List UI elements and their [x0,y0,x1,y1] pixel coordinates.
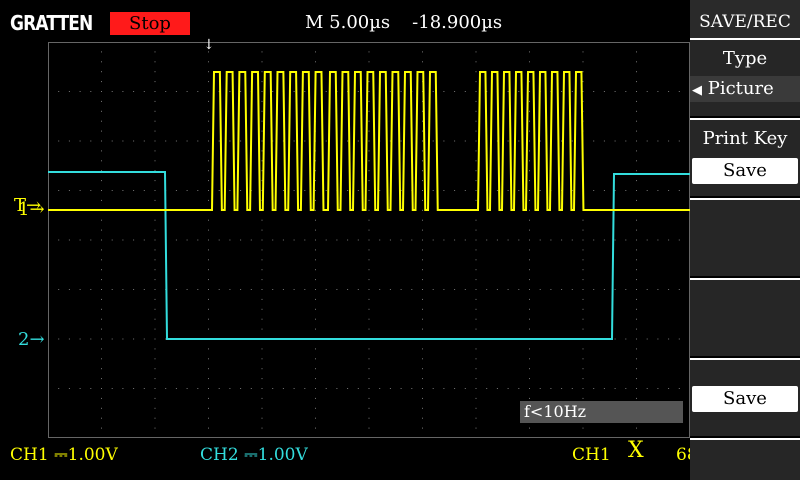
waveform-display[interactable] [48,42,690,438]
menu-save-button[interactable]: Save [690,358,800,436]
timebase-readout: M 5.00µs -18.900µs [305,12,524,33]
type-selector[interactable]: ◀ Picture [690,76,800,102]
timebase-value: M 5.00µs [305,12,391,33]
frequency-readout: f<10Hz [520,401,683,423]
menu-empty-slot-6 [690,438,800,480]
trigger-position-value: -18.900µs [412,12,503,33]
menu-empty-slot-3 [690,198,800,276]
save-action-label: Save [692,386,798,412]
menu-print-key-button[interactable]: Print Key Save [690,118,800,196]
left-arrow-icon: ◀ [692,83,702,98]
cursor-channel: CH1 [572,445,611,465]
dc-coupling-icon: ⎓ [54,445,68,465]
print-key-label: Print Key [702,128,788,149]
trigger-position-arrow-icon: ↓ [203,37,215,53]
print-key-value: Save [692,158,798,184]
ch1-ground-marker[interactable]: 1→ [18,200,45,220]
brand-logo: GRATTEN [10,11,93,35]
menu-title: SAVE/REC [690,0,800,38]
cursor-type-icon: X [628,438,644,463]
type-label: Type [722,48,768,69]
ch2-ground-marker[interactable]: 2→ [18,330,45,350]
waveform-svg [48,42,690,438]
menu-empty-slot-4 [690,278,800,356]
menu-type-button[interactable]: Type ◀ Picture [690,38,800,116]
run-stop-indicator[interactable]: Stop [110,12,190,35]
ch1-scale-status[interactable]: CH1 ⎓1.00V [10,445,118,465]
ch2-scale-status[interactable]: CH2 ⎓1.00V [200,445,308,465]
dc-coupling-icon: ⎓ [244,445,258,465]
type-value: Picture [707,78,774,99]
side-menu: SAVE/REC Type ◀ Picture Print Key Save S… [690,0,800,480]
